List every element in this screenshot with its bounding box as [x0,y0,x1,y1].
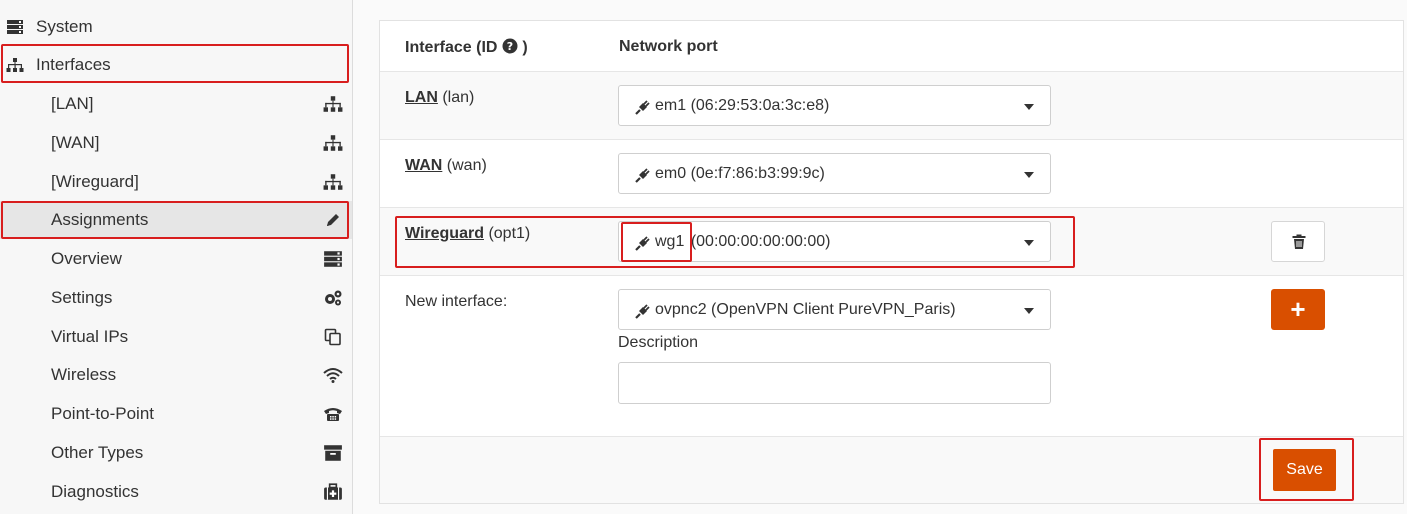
sitemap-icon [323,174,343,190]
assignments-panel: Interface (ID ? ) Network port LAN (lan)… [379,20,1404,504]
phone-icon [324,408,342,421]
new-interface-row: New interface: ovpnc2 (OpenVPN Client Pu… [380,276,1403,437]
chevron-down-icon [1024,172,1034,178]
sidebar-item-label: Wireless [51,365,117,384]
copy-icon [324,328,341,346]
sidebar-item-label: [LAN] [51,94,94,113]
table-header: Interface (ID ? ) Network port [380,21,1403,72]
sitemap-icon [6,58,24,72]
sidebar-item-label: Interfaces [36,55,111,74]
medkit-icon [324,483,342,500]
interface-id: (opt1) [488,225,531,242]
header-interface: Interface (ID ? ) [405,38,528,57]
archive-icon [324,445,342,461]
chevron-down-icon [1024,308,1034,314]
sidebar-item-label: [WAN] [51,133,100,152]
pencil-icon [327,214,339,226]
sidebar-item-label: Overview [51,249,122,268]
selected-value: wg1 (00:00:00:00:00:00) [655,233,830,251]
sidebar-item-label: System [36,17,93,36]
interface-id: (lan) [442,89,475,106]
sidebar-item-wireless[interactable]: Wireless [0,356,352,394]
sidebar-item-label: Other Types [51,443,144,462]
chevron-down-icon [1024,240,1034,246]
sidebar-item-label: Point-to-Point [51,404,154,423]
sidebar-item-wireguard[interactable]: [Wireguard] [0,163,352,201]
sidebar-item-label: [Wireguard] [51,172,139,191]
sidebar: System Interfaces [LAN] [WAN] [Wireguard… [0,0,353,514]
sidebar-item-label: Diagnostics [51,482,139,501]
description-label: Description [618,334,699,351]
sidebar-item-wan[interactable]: [WAN] [0,124,352,162]
sidebar-item-virtual-ips[interactable]: Virtual IPs [0,318,352,356]
description-input[interactable] [618,362,1051,404]
interface-name: LAN (lan) [405,89,474,107]
header-interface-label: Interface (ID [405,39,498,56]
cogs-icon [325,290,342,306]
list-icon [324,251,342,267]
chevron-down-icon [1024,104,1034,110]
new-interface-label: New interface: [405,293,508,310]
sidebar-item-lan[interactable]: [LAN] [0,85,352,123]
sidebar-item-system[interactable]: System [0,8,352,46]
network-port-select-wan[interactable]: em0 (0e:f7:86:b3:99:9c) [618,153,1051,194]
table-row: WAN (wan) em0 (0e:f7:86:b3:99:9c) [380,140,1403,208]
sidebar-item-label: Virtual IPs [51,327,129,346]
sidebar-item-settings[interactable]: Settings [0,279,352,317]
new-interface-port-select[interactable]: ovpnc2 (OpenVPN Client PureVPN_Paris) [618,289,1051,330]
wifi-icon [323,368,343,383]
plug-icon [635,236,650,251]
sidebar-item-assignments[interactable]: Assignments [0,201,352,239]
table-footer [380,437,1403,503]
selected-value: em0 (0e:f7:86:b3:99:9c) [655,165,825,182]
plug-icon [635,304,650,319]
port-name: wg1 [655,233,685,250]
delete-interface-button[interactable] [1271,221,1325,262]
sidebar-item-diagnostics[interactable]: Diagnostics [0,473,352,511]
plug-icon [635,100,650,115]
port-mac: (00:00:00:00:00:00) [690,233,831,250]
sitemap-icon [323,135,343,151]
sidebar-item-other-types[interactable]: Other Types [0,434,352,472]
save-button[interactable]: Save [1273,449,1336,491]
interface-link-lan[interactable]: LAN [405,89,438,106]
interface-id: (wan) [446,157,487,174]
sitemap-icon [323,96,343,112]
selected-value: ovpnc2 (OpenVPN Client PureVPN_Paris) [655,301,956,318]
network-port-select-lan[interactable]: em1 (06:29:53:0a:3c:e8) [618,85,1051,126]
interface-link-wan[interactable]: WAN [405,157,442,174]
header-network-port: Network port [619,38,718,55]
add-interface-button[interactable]: + [1271,289,1325,330]
interface-link-wireguard[interactable]: Wireguard [405,225,484,242]
sidebar-item-label: Assignments [51,210,149,229]
help-icon[interactable]: ? [502,38,518,54]
interface-name: WAN (wan) [405,157,487,175]
svg-text:?: ? [507,40,513,53]
server-icon [7,20,23,34]
table-row: LAN (lan) em1 (06:29:53:0a:3c:e8) [380,72,1403,140]
sidebar-item-overview[interactable]: Overview [0,240,352,278]
network-port-select-wireguard[interactable]: wg1 (00:00:00:00:00:00) [618,221,1051,262]
sidebar-item-label: Settings [51,288,113,307]
trash-icon [1292,234,1306,249]
selected-value: em1 (06:29:53:0a:3c:e8) [655,97,830,114]
sidebar-item-interfaces[interactable]: Interfaces [0,46,352,84]
plug-icon [635,168,650,183]
sidebar-item-point-to-point[interactable]: Point-to-Point [0,395,352,433]
table-row: Wireguard (opt1) wg1 (00:00:00:00:00:00) [380,208,1403,276]
header-interface-suffix: ) [522,39,528,56]
interface-name: Wireguard (opt1) [405,225,530,243]
